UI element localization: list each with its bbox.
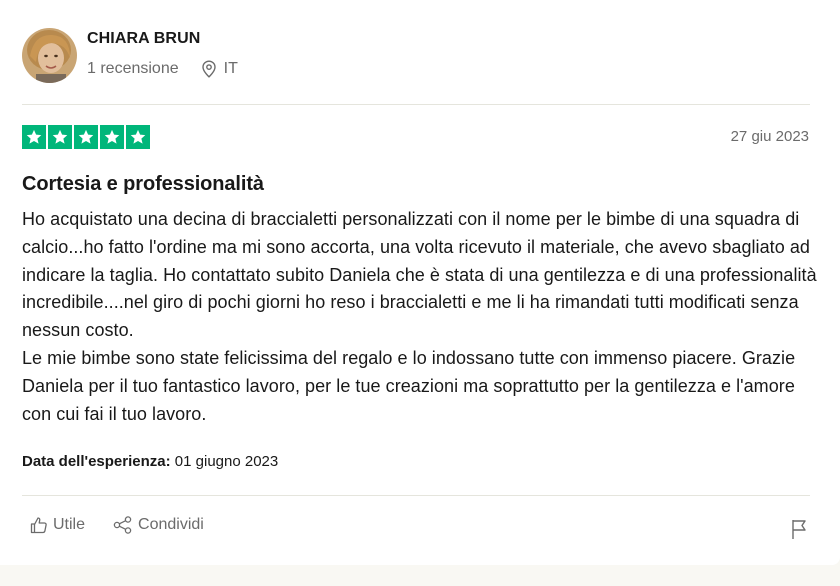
thumbs-up-icon [30,517,47,534]
experience-date: Data dell'esperienza: 01 giugno 2023 [22,453,278,470]
review-date: 27 giu 2023 [730,128,809,145]
useful-label: Utile [53,516,86,533]
star-icon [100,125,124,149]
review-title[interactable]: Cortesia e professionalità [22,173,264,196]
flag-icon [792,520,806,539]
country-code: IT [223,59,238,77]
reviewer-meta: 1 recensione IT [87,60,238,78]
user-avatar-photo-icon [22,28,77,83]
share-label: Condividi [138,516,204,533]
star-icon [48,125,72,149]
useful-button[interactable]: Utile [30,516,85,534]
share-icon [113,516,132,534]
review-paragraph: Le mie bimbe sono state felicissima del … [22,347,796,424]
report-button[interactable] [790,518,810,545]
reviewer-info: CHIARA BRUN 1 recensione IT [87,30,238,78]
review-actions: Utile Condividi [30,516,204,534]
experience-label: Data dell'esperienza: [22,453,171,470]
star-icon [74,125,98,149]
reviewer-header: CHIARA BRUN 1 recensione IT [22,28,238,83]
location-pin-icon [201,59,216,78]
star-icon [22,125,46,149]
review-card: CHIARA BRUN 1 recensione IT 27 giu 2023 … [0,0,840,565]
review-paragraph: Ho acquistato una decina di braccialetti… [22,209,817,341]
reviews-count: 1 recensione [87,59,179,77]
divider [22,104,810,105]
reviewer-location: IT [201,60,238,78]
star-rating [22,125,150,149]
review-body: Ho acquistato una decina di braccialetti… [22,206,822,428]
share-button[interactable]: Condividi [113,516,204,534]
avatar[interactable] [22,28,77,83]
experience-date-value: 01 giugno 2023 [174,453,279,470]
reviewer-name[interactable]: CHIARA BRUN [87,30,238,48]
star-icon [126,125,150,149]
divider [22,495,810,496]
